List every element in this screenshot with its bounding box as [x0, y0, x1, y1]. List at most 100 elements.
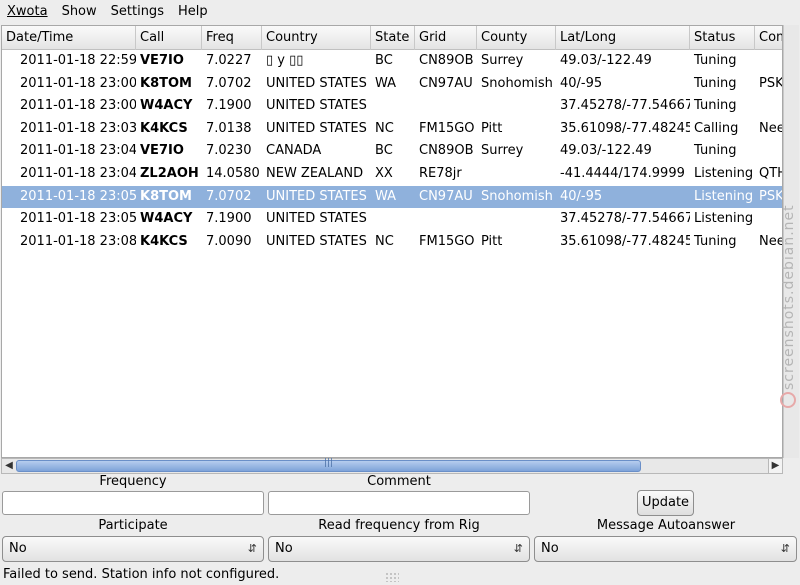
- updown-arrow-icon: ⇵: [780, 542, 790, 555]
- cell-county: [477, 95, 556, 118]
- column-header-comment[interactable]: Comment: [755, 26, 782, 50]
- watermark-text: screenshots.debian.net: [781, 204, 797, 390]
- autoanswer-select[interactable]: No ⇵: [534, 536, 797, 562]
- column-header-latlong[interactable]: Lat/Long: [556, 26, 690, 50]
- column-header-datetime[interactable]: Date/Time: [2, 26, 136, 50]
- horizontal-scrollbar[interactable]: ◀ ||| ▶: [1, 458, 783, 474]
- table-row[interactable]: 2011-01-18 23:05 K8TOM 7.0702 UNITED STATES…: [2, 185, 783, 209]
- cell-county: Pitt: [481, 120, 503, 136]
- cell-state: BC: [375, 143, 393, 159]
- cell-country: UNITED STATES: [266, 98, 367, 114]
- debian-logo-icon: [780, 392, 796, 408]
- menu-xwota[interactable]: Xwota: [0, 0, 55, 24]
- table-row[interactable]: 2011-01-18 23:04 ZL2AOH 14.0580 NEW ZEALAND…: [2, 163, 782, 186]
- cell-state: WA: [375, 75, 397, 91]
- cell-latlong: 40/-95: [560, 188, 603, 204]
- cell-grid: CN89OB: [419, 143, 474, 159]
- cell-call: VE7IO: [140, 53, 184, 68]
- cell-call: K4KCS: [140, 120, 188, 136]
- cell-county: Surrey: [481, 143, 524, 159]
- cell-country: UNITED STATES: [266, 188, 367, 204]
- cell-status: Calling: [694, 120, 739, 136]
- read-frequency-select[interactable]: No ⇵: [268, 536, 530, 562]
- cell-latlong: 40/-95: [560, 75, 603, 91]
- frequency-input[interactable]: [2, 491, 264, 515]
- cell-status: Tuning: [694, 143, 737, 159]
- column-header-grid[interactable]: Grid: [415, 26, 477, 50]
- cell-comment: PSK: [759, 188, 783, 204]
- update-button[interactable]: Update: [637, 490, 694, 516]
- participate-value: No: [9, 541, 27, 556]
- column-header-country[interactable]: Country: [262, 26, 371, 50]
- table-row[interactable]: 2011-01-18 23:08 K4KCS 7.0090 UNITED STATES…: [2, 231, 783, 254]
- participate-select[interactable]: No ⇵: [2, 536, 264, 562]
- cell-comment: [755, 140, 782, 163]
- cell-freq: 14.0580: [206, 165, 260, 181]
- cell-freq: 7.0230: [206, 143, 252, 159]
- cell-status: Tuning: [694, 98, 737, 114]
- table-row[interactable]: 2011-01-18 23:00 W4ACY 7.1900 UNITED STATES…: [2, 95, 782, 118]
- column-header-freq[interactable]: Freq: [202, 26, 262, 50]
- read-frequency-label: Read frequency from Rig: [318, 518, 480, 533]
- column-header-status[interactable]: Status: [690, 26, 755, 50]
- table-row[interactable]: 2011-01-18 23:05 W4ACY 7.1900 UNITED STATES…: [2, 208, 782, 231]
- menu-show[interactable]: Show: [55, 0, 104, 24]
- table-body: 2011-01-18 22:59 VE7IO 7.0227 ▯ y ▯▯ BC CN89O…: [2, 50, 783, 254]
- menu-bar: Xwota Show Settings Help: [0, 0, 800, 24]
- cell-datetime: 2011-01-18 23:08: [20, 233, 136, 249]
- resize-grip-icon[interactable]: [385, 572, 399, 582]
- menu-help[interactable]: Help: [171, 0, 215, 24]
- autoanswer-value: No: [541, 541, 559, 556]
- cell-latlong: 49.03/-122.49: [560, 53, 652, 68]
- cell-freq: 7.1900: [206, 98, 252, 114]
- cell-country: UNITED STATES: [266, 120, 367, 136]
- menu-settings[interactable]: Settings: [104, 0, 171, 24]
- cell-datetime: 2011-01-18 23:05: [20, 211, 136, 227]
- cell-grid: CN89OB: [419, 53, 474, 68]
- cell-comment: Nee: [759, 233, 783, 249]
- cell-datetime: 2011-01-18 23:00: [20, 75, 136, 91]
- cell-country: UNITED STATES: [266, 211, 367, 227]
- cell-freq: 7.0227: [206, 53, 252, 68]
- scroll-corner: [783, 458, 799, 474]
- column-header-call[interactable]: Call: [136, 26, 202, 50]
- cell-state: XX: [375, 165, 393, 181]
- column-header-state[interactable]: State: [371, 26, 415, 50]
- cell-comment: Nee: [759, 120, 783, 136]
- cell-status: Listening: [694, 211, 754, 227]
- cell-freq: 7.0702: [206, 188, 252, 204]
- cell-grid: FM15GO: [419, 233, 475, 249]
- cell-datetime: 2011-01-18 23:00: [20, 98, 136, 114]
- status-message: Failed to send. Station info not configu…: [3, 567, 280, 582]
- table-row[interactable]: 2011-01-18 23:04 VE7IO 7.0230 CANADA BC CN89O…: [2, 140, 782, 163]
- cell-country: ▯ y ▯▯: [266, 53, 304, 68]
- cell-state: BC: [375, 53, 393, 68]
- table-row[interactable]: 2011-01-18 22:59 VE7IO 7.0227 ▯ y ▯▯ BC CN89O…: [2, 50, 782, 73]
- cell-grid: RE78jr: [419, 165, 462, 181]
- cell-country: NEW ZEALAND: [266, 165, 364, 181]
- scroll-left-icon[interactable]: ◀: [2, 459, 16, 473]
- cell-latlong: -41.4444/174.9999: [560, 165, 685, 181]
- column-header-county[interactable]: County: [477, 26, 556, 50]
- cell-datetime: 2011-01-18 22:59: [20, 53, 136, 68]
- cell-state: [371, 208, 415, 231]
- read-frequency-value: No: [275, 541, 293, 556]
- cell-call: K4KCS: [140, 233, 188, 249]
- cell-county: Pitt: [481, 233, 503, 249]
- cell-call: W4ACY: [140, 211, 193, 227]
- cell-county: Snohomish: [481, 188, 553, 204]
- cell-freq: 7.0090: [206, 233, 252, 249]
- scroll-right-icon[interactable]: ▶: [768, 459, 782, 473]
- cell-status: Tuning: [694, 233, 737, 249]
- cell-country: UNITED STATES: [266, 75, 367, 91]
- cell-call: K8TOM: [140, 188, 192, 204]
- cell-grid: CN97AU: [419, 188, 473, 204]
- scroll-thumb[interactable]: |||: [16, 458, 641, 472]
- cell-state: NC: [375, 233, 394, 249]
- cell-freq: 7.0702: [206, 75, 252, 91]
- cell-latlong: 35.61098/-77.48245: [560, 120, 690, 136]
- table-row[interactable]: 2011-01-18 23:00 K8TOM 7.0702 UNITED STATES…: [2, 73, 782, 96]
- table-row[interactable]: 2011-01-18 23:03 K4KCS 7.0138 UNITED STATES…: [2, 118, 783, 141]
- cell-state: WA: [375, 188, 397, 204]
- comment-input[interactable]: [268, 491, 530, 515]
